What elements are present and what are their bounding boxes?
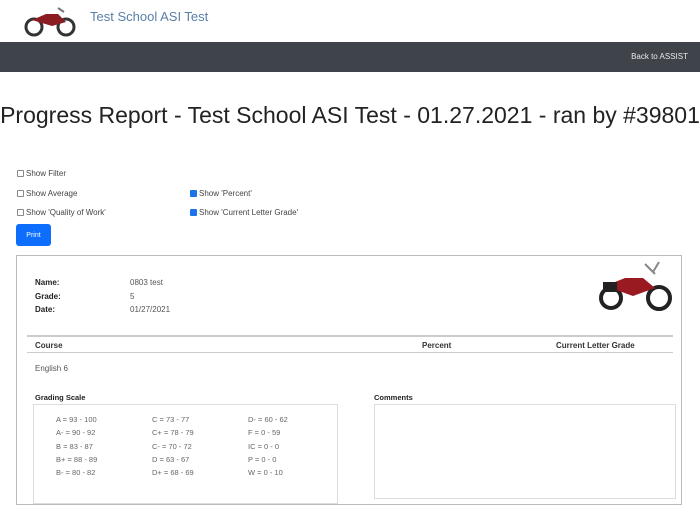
student-grade: 5 (130, 292, 135, 301)
option-label: Show Average (26, 189, 78, 198)
grade-range: B+ = 88 - 89 (56, 454, 98, 464)
grade-range: D- = 60 - 62 (248, 415, 288, 424)
grade-range: A- = 90 - 92 (56, 428, 96, 438)
grade-range: C- = 70 - 72 (152, 441, 192, 451)
grade-range: F = 0 - 59 (248, 428, 281, 438)
grade-range: B = 83 - 87 (56, 441, 93, 451)
checkbox-checked-icon[interactable] (190, 209, 197, 216)
grade-range: A = 93 - 100 (56, 415, 97, 424)
column-header-course: Course (35, 341, 63, 350)
grading-scale-column: A = 93 - 100 A- = 90 - 92 B = 83 - 87 B+… (56, 413, 97, 479)
checkbox-icon[interactable] (17, 190, 24, 197)
grade-range: P = 0 - 0 (248, 454, 277, 464)
grade-range: B- = 80 - 82 (56, 468, 96, 478)
column-header-letter-grade: Current Letter Grade (556, 341, 635, 350)
school-brand-link[interactable]: Test School ASI Test (90, 9, 208, 24)
show-filter-checkbox[interactable]: Show Filter (17, 169, 66, 178)
grading-scale-box: A = 93 - 100 A- = 90 - 92 B = 83 - 87 B+… (33, 404, 338, 504)
show-percent-checkbox[interactable]: Show 'Percent' (190, 189, 252, 198)
option-label: Show 'Current Letter Grade' (199, 208, 299, 217)
course-row: English 6 (35, 364, 68, 373)
comments-box[interactable] (374, 404, 676, 499)
student-name: 0803 test (130, 278, 163, 287)
grade-range: D+ = 68 - 69 (152, 468, 194, 478)
header: Test School ASI Test (0, 0, 700, 42)
option-label: Show 'Quality of Work' (26, 208, 106, 217)
navbar: Back to ASSIST (0, 42, 700, 72)
grading-scale-column: D- = 60 - 62 F = 0 - 59 IC = 0 - 0 P = 0… (248, 413, 288, 479)
grade-label: Grade: (35, 292, 61, 301)
print-button[interactable]: Print (16, 224, 51, 246)
name-label: Name: (35, 278, 60, 287)
checkbox-icon[interactable] (17, 170, 24, 177)
divider (27, 335, 673, 337)
grade-range: D = 63 - 67 (152, 454, 190, 464)
back-to-assist-link[interactable]: Back to ASSIST (631, 52, 688, 61)
option-label: Show 'Percent' (199, 189, 252, 198)
grade-range: C = 73 - 77 (152, 415, 190, 424)
grade-range: W = 0 - 10 (248, 468, 283, 478)
grade-range: IC = 0 - 0 (248, 441, 280, 451)
grade-range: C+ = 78 - 79 (152, 428, 194, 438)
show-average-checkbox[interactable]: Show Average (17, 189, 77, 198)
motorcycle-image-icon (599, 261, 672, 311)
report-date: 01/27/2021 (130, 305, 171, 314)
comments-title: Comments (374, 393, 413, 402)
column-header-percent: Percent (422, 341, 452, 350)
divider (27, 352, 673, 353)
show-quality-of-work-checkbox[interactable]: Show 'Quality of Work' (17, 208, 106, 217)
page-title: Progress Report - Test School ASI Test -… (0, 102, 700, 128)
show-current-letter-grade-checkbox[interactable]: Show 'Current Letter Grade' (190, 208, 298, 217)
grading-scale-column: C = 73 - 77 C+ = 78 - 79 C- = 70 - 72 D … (152, 413, 194, 479)
option-label: Show Filter (26, 169, 67, 178)
grading-scale-title: Grading Scale (35, 393, 86, 402)
date-label: Date: (35, 305, 56, 314)
checkbox-checked-icon[interactable] (190, 190, 197, 197)
checkbox-icon[interactable] (17, 209, 24, 216)
report-card: Name: 0803 test Grade: 5 Date: 01/27/202… (16, 255, 682, 505)
motorcycle-logo-icon[interactable] (22, 2, 78, 38)
